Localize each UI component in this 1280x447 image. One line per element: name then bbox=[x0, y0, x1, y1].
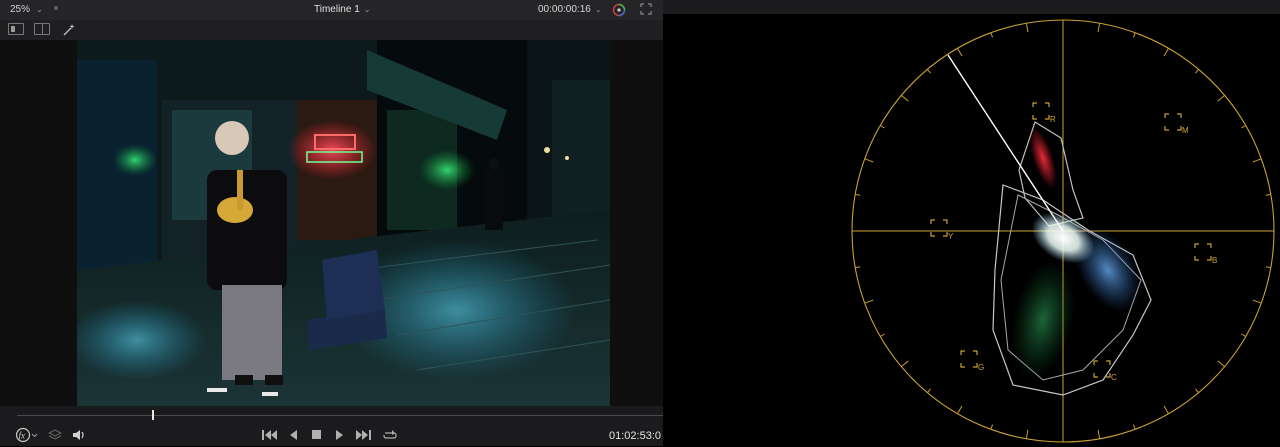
target-box bbox=[1032, 102, 1050, 120]
target-label: M bbox=[1182, 126, 1189, 135]
target-box bbox=[1164, 113, 1182, 131]
target-box bbox=[1093, 360, 1111, 378]
graticule-tick bbox=[1163, 48, 1169, 57]
graticule-tick bbox=[1265, 193, 1271, 196]
skip-to-end-icon[interactable] bbox=[355, 430, 371, 444]
viewer-canvas[interactable] bbox=[0, 40, 663, 406]
graticule-tick bbox=[926, 388, 931, 393]
graticule-tick bbox=[957, 405, 963, 414]
graticule-tick bbox=[990, 424, 994, 430]
timeline-title: Timeline 1 bbox=[314, 4, 360, 15]
target-r: R bbox=[1032, 102, 1056, 124]
target-box bbox=[1194, 243, 1212, 261]
chevron-down-icon: ⌄ bbox=[363, 5, 371, 14]
graticule-tick bbox=[1132, 32, 1136, 38]
graticule-tick bbox=[855, 193, 861, 196]
graticule-tick bbox=[1241, 333, 1246, 337]
graticule-tick bbox=[1025, 429, 1029, 439]
graticule-tick bbox=[1097, 429, 1101, 439]
play-reverse-icon[interactable] bbox=[289, 430, 299, 444]
graticule-tick bbox=[864, 158, 874, 163]
graticule-tick bbox=[1163, 405, 1169, 414]
zoom-level: 25% bbox=[10, 4, 31, 15]
target-label: C bbox=[1111, 373, 1117, 382]
graticule-tick bbox=[1195, 69, 1200, 74]
graticule-tick bbox=[1195, 388, 1200, 393]
graticule-tick bbox=[1265, 266, 1271, 269]
timecode-display: 00:00:00:16 bbox=[538, 4, 591, 15]
graticule-tick bbox=[1252, 158, 1262, 163]
graticule-tick bbox=[1241, 125, 1246, 129]
target-box bbox=[930, 219, 948, 237]
graticule-tick bbox=[855, 266, 861, 269]
timeline-dropdown[interactable]: Timeline 1 ⌄ bbox=[314, 4, 370, 15]
fullscreen-icon[interactable] bbox=[640, 3, 654, 17]
chevron-down-icon: ⌄ bbox=[594, 5, 602, 14]
graticule-tick bbox=[1097, 23, 1101, 33]
chevron-down-icon: ⌄ bbox=[36, 5, 43, 14]
vectorscope: R M Y B G C bbox=[851, 19, 1275, 443]
target-label: B bbox=[1212, 256, 1217, 265]
target-label: R bbox=[1050, 115, 1056, 124]
timecode-dropdown[interactable]: 00:00:00:16 ⌄ bbox=[538, 4, 602, 15]
graticule-tick bbox=[901, 360, 909, 368]
stop-icon[interactable] bbox=[312, 430, 322, 444]
scrubber-track[interactable] bbox=[17, 415, 663, 416]
graticule-tick bbox=[901, 94, 909, 102]
target-b: B bbox=[1194, 243, 1217, 265]
transport-controls: fx bbox=[0, 424, 663, 446]
graticule-tick bbox=[1132, 424, 1136, 430]
loop-icon[interactable] bbox=[382, 428, 398, 446]
graticule-tick bbox=[880, 125, 885, 129]
viewer-header: 25% ⌄ Timeline 1 ⌄ 00:00:00:16 ⌄ bbox=[0, 0, 663, 21]
graticule-tick bbox=[1217, 94, 1225, 102]
graticule-tick bbox=[1025, 23, 1029, 33]
graticule-tick bbox=[957, 48, 963, 57]
status-dot bbox=[54, 6, 58, 10]
graticule-tick bbox=[1217, 360, 1225, 368]
graticule-tick bbox=[990, 32, 994, 38]
target-m: M bbox=[1164, 113, 1189, 135]
target-g: G bbox=[960, 350, 984, 372]
single-viewer-icon[interactable] bbox=[8, 23, 24, 35]
playhead[interactable] bbox=[151, 410, 154, 420]
zoom-dropdown[interactable]: 25% ⌄ bbox=[10, 4, 43, 15]
vectorscope-panel: R M Y B G C bbox=[663, 0, 1280, 446]
target-label: Y bbox=[948, 232, 954, 241]
speaker-icon[interactable] bbox=[71, 428, 87, 446]
graticule-tick bbox=[1252, 299, 1262, 304]
graticule-tick bbox=[926, 69, 931, 74]
skip-to-start-icon[interactable] bbox=[262, 430, 278, 444]
graticule-tick bbox=[880, 333, 885, 337]
video-frame bbox=[77, 40, 610, 406]
target-box bbox=[960, 350, 978, 368]
svg-text:fx: fx bbox=[19, 431, 26, 441]
viewer-panel: 25% ⌄ Timeline 1 ⌄ 00:00:00:16 ⌄ fx 01:0… bbox=[0, 0, 663, 446]
viewer-toolbar bbox=[0, 20, 663, 40]
scope-trace bbox=[992, 121, 1152, 396]
timecode-current: 01:02:53:0 bbox=[609, 430, 661, 442]
graticule-tick bbox=[864, 299, 874, 304]
fx-icon[interactable]: fx bbox=[15, 427, 39, 447]
color-scope-icon[interactable] bbox=[612, 3, 626, 17]
layers-icon[interactable] bbox=[47, 428, 63, 446]
scrubber-bar[interactable] bbox=[0, 406, 663, 424]
target-label: G bbox=[978, 363, 984, 372]
play-icon[interactable] bbox=[334, 430, 344, 444]
split-viewer-icon[interactable] bbox=[34, 23, 50, 35]
